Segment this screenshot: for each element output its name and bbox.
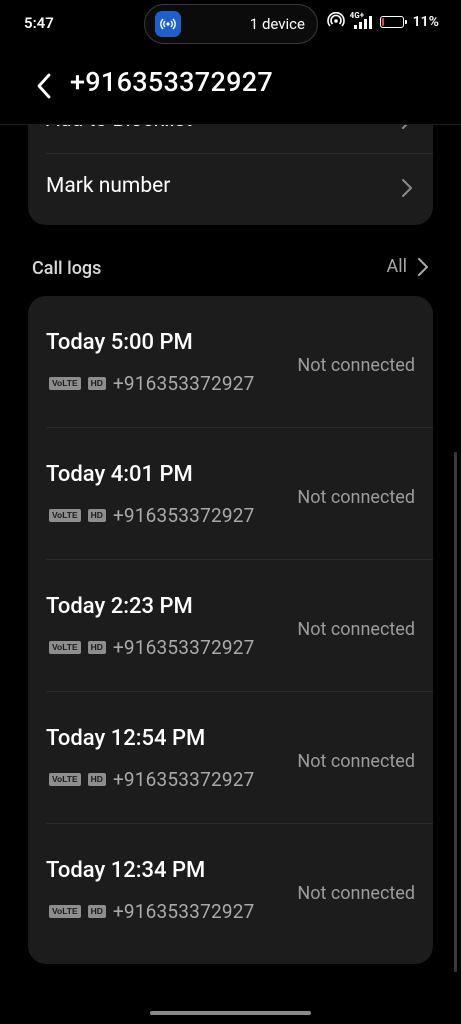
status-bar: 5:47 1 device 4G+ 11% xyxy=(0,0,461,48)
hd-badge: HD xyxy=(87,773,106,786)
call-number: +916353372927 xyxy=(112,636,255,659)
hotspot-icon xyxy=(326,11,345,32)
call-status: Not connected xyxy=(297,487,415,508)
volte-badge: VoLTE xyxy=(49,773,81,786)
hd-badge: HD xyxy=(87,509,106,522)
call-log-item[interactable]: Today 12:34 PM VoLTE HD +916353372927 No… xyxy=(28,824,433,956)
call-time: Today 5:00 PM xyxy=(46,330,193,355)
chevron-left-icon xyxy=(37,73,51,99)
volte-badge: VoLTE xyxy=(49,509,81,522)
call-meta: VoLTE HD +916353372927 xyxy=(49,900,254,923)
call-status: Not connected xyxy=(297,751,415,772)
chevron-right-icon xyxy=(418,257,428,276)
status-time: 5:47 xyxy=(24,14,54,32)
call-logs-title: Call logs xyxy=(32,258,102,279)
call-meta: VoLTE HD +916353372927 xyxy=(49,636,254,659)
call-log-item[interactable]: Today 4:01 PM VoLTE HD +916353372927 Not… xyxy=(28,428,433,560)
call-status: Not connected xyxy=(297,619,415,640)
all-link-label: All xyxy=(386,256,408,277)
signal-icon: 4G+ xyxy=(350,11,372,30)
call-status: Not connected xyxy=(297,883,415,904)
activity-text: 1 device xyxy=(249,15,305,33)
call-time: Today 2:23 PM xyxy=(46,594,193,619)
back-button[interactable] xyxy=(28,70,60,102)
scrollbar[interactable] xyxy=(454,452,457,972)
home-indicator[interactable] xyxy=(150,1011,311,1015)
call-logs-card: Today 5:00 PM VoLTE HD +916353372927 Not… xyxy=(28,296,433,964)
call-log-item[interactable]: Today 5:00 PM VoLTE HD +916353372927 Not… xyxy=(28,296,433,428)
battery-percent: 11% xyxy=(412,14,439,30)
mark-number-item[interactable]: Mark number xyxy=(28,154,433,224)
call-meta: VoLTE HD +916353372927 xyxy=(49,768,254,791)
call-time: Today 12:34 PM xyxy=(46,858,206,883)
call-log-item[interactable]: Today 12:54 PM VoLTE HD +916353372927 No… xyxy=(28,692,433,824)
battery-icon xyxy=(379,16,407,28)
call-number: +916353372927 xyxy=(112,900,255,923)
app-header: +916353372927 xyxy=(0,48,461,125)
call-time: Today 12:54 PM xyxy=(46,726,206,751)
call-number: +916353372927 xyxy=(112,504,255,527)
hd-badge: HD xyxy=(87,377,106,390)
call-time: Today 4:01 PM xyxy=(46,462,193,487)
menu-item-label: Mark number xyxy=(46,174,171,198)
page-title: +916353372927 xyxy=(70,66,274,98)
nfc-broadcast-icon xyxy=(155,11,181,37)
volte-badge: VoLTE xyxy=(49,377,81,390)
call-number: +916353372927 xyxy=(112,768,255,791)
battery-level xyxy=(381,18,384,26)
call-meta: VoLTE HD +916353372927 xyxy=(49,504,254,527)
volte-badge: VoLTE xyxy=(49,905,81,918)
status-icons: 4G+ 11% xyxy=(326,11,439,32)
live-activity-pill[interactable]: 1 device xyxy=(144,4,318,44)
hd-badge: HD xyxy=(87,905,106,918)
call-log-item[interactable]: Today 2:23 PM VoLTE HD +916353372927 Not… xyxy=(28,560,433,692)
hd-badge: HD xyxy=(87,641,106,654)
call-number: +916353372927 xyxy=(112,372,255,395)
chevron-right-icon xyxy=(402,179,412,197)
call-status: Not connected xyxy=(297,355,415,376)
volte-badge: VoLTE xyxy=(49,641,81,654)
call-meta: VoLTE HD +916353372927 xyxy=(49,372,254,395)
all-call-logs-link[interactable]: All xyxy=(387,256,430,277)
